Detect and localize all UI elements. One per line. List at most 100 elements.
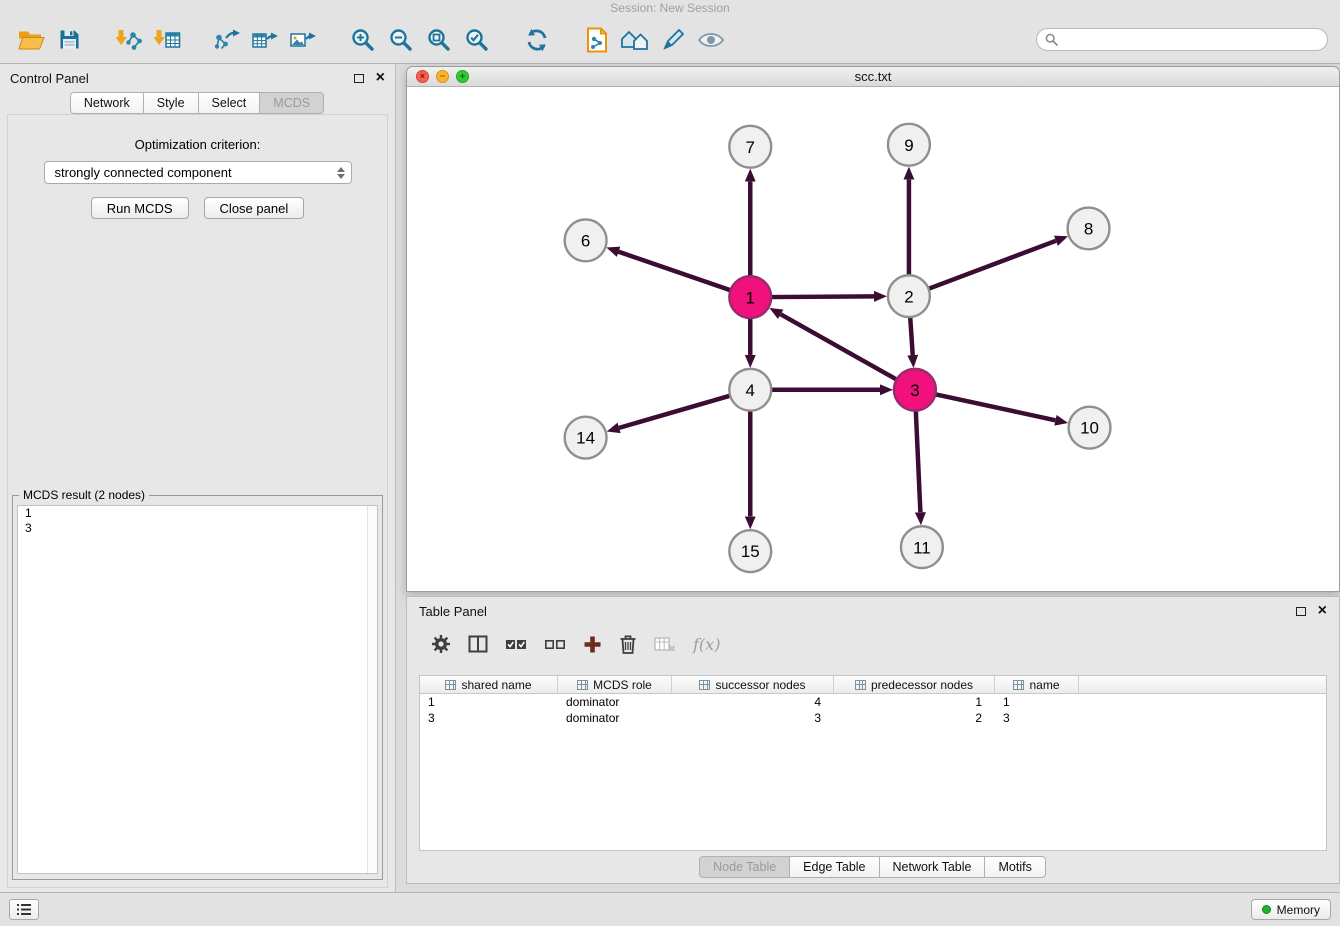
network-graph[interactable]: 7 9 6 8 1 2 4 3 14 10 15 11 [407,87,1339,591]
close-table-panel-icon[interactable]: × [1318,603,1327,619]
network-view-window: × − + scc.txt 7 9 6 8 1 2 4 3 14 10 15 11 [406,66,1340,592]
export-table-button[interactable] [246,22,284,58]
column-header-MCDS-role[interactable]: MCDS role [558,676,672,693]
column-label: name [1029,678,1059,692]
select-all-icon [505,636,527,652]
open-session-button[interactable] [12,22,50,58]
table-cell: 2 [834,710,995,726]
zoom-out-button[interactable] [382,22,420,58]
window-close-icon[interactable]: × [416,70,429,83]
open-network-file-button[interactable] [578,22,616,58]
node-2[interactable]: 2 [888,275,930,317]
tab-select[interactable]: Select [198,92,261,114]
result-item[interactable]: 3 [18,521,377,536]
memory-status-icon [1262,905,1271,914]
tab-mcds[interactable]: MCDS [259,92,324,114]
table-panel-header: Table Panel × [407,597,1339,623]
unselect-all-columns-button[interactable] [544,636,566,652]
table-cell: 1 [995,694,1079,710]
node-14[interactable]: 14 [565,417,607,459]
svg-text:1: 1 [746,288,755,307]
import-network-icon [115,28,143,52]
edge-2-8[interactable] [928,241,1055,289]
column-header-predecessor-nodes[interactable]: predecessor nodes [834,676,995,693]
function-builder-button[interactable]: f(x) [693,635,720,654]
edge-1-6[interactable] [619,252,731,291]
delete-table-icon [654,635,676,653]
edge-1-2[interactable] [771,296,874,297]
visual-style-button[interactable] [654,22,692,58]
table-row[interactable]: 1dominator411 [420,694,1326,710]
create-column-button[interactable] [583,635,602,654]
column-header-name[interactable]: name [995,676,1079,693]
mcds-result-list[interactable]: 13 [17,505,378,874]
task-history-button[interactable] [9,899,39,920]
column-header-successor-nodes[interactable]: successor nodes [672,676,834,693]
tab-network[interactable]: Network [70,92,144,114]
zoom-selected-button[interactable] [458,22,496,58]
tab-edge-table[interactable]: Edge Table [789,856,879,878]
edge-3-1[interactable] [781,314,897,379]
memory-button[interactable]: Memory [1251,899,1331,920]
select-all-columns-button[interactable] [505,636,527,652]
edge-3-11[interactable] [916,411,921,513]
float-table-panel-icon[interactable] [1296,607,1306,616]
node-1[interactable]: 1 [729,276,771,318]
node-6[interactable]: 6 [565,219,607,261]
node-4[interactable]: 4 [729,369,771,411]
trash-icon [619,634,637,654]
node-7[interactable]: 7 [729,126,771,168]
show-columns-button[interactable] [468,635,488,653]
node-10[interactable]: 10 [1069,407,1111,449]
tab-node-table[interactable]: Node Table [699,856,790,878]
close-panel-button[interactable]: Close panel [204,197,305,219]
node-15[interactable]: 15 [729,530,771,572]
zoom-in-button[interactable] [344,22,382,58]
export-network-button[interactable] [208,22,246,58]
edge-4-14[interactable] [619,396,730,428]
float-panel-icon[interactable] [354,74,364,83]
import-network-button[interactable] [110,22,148,58]
tab-network-table[interactable]: Network Table [879,856,986,878]
tab-motifs[interactable]: Motifs [984,856,1045,878]
node-11[interactable]: 11 [901,526,943,568]
home-button[interactable] [616,22,654,58]
table-cell: 3 [672,710,834,726]
window-zoom-icon[interactable]: + [456,70,469,83]
edge-3-10[interactable] [935,394,1055,420]
search-field[interactable] [1036,28,1328,51]
table-row[interactable]: 3dominator323 [420,710,1326,726]
svg-text:3: 3 [910,381,919,400]
node-8[interactable]: 8 [1068,208,1110,250]
close-panel-icon[interactable]: × [376,70,385,86]
table-panel: Table Panel × [406,596,1340,884]
run-mcds-button[interactable]: Run MCDS [91,197,189,219]
window-minimize-icon[interactable]: − [436,70,449,83]
delete-table-button[interactable] [654,635,676,653]
export-table-icon [251,28,279,52]
save-session-button[interactable] [50,22,88,58]
edge-2-3[interactable] [910,317,912,355]
optimization-criterion-select[interactable]: strongly connected component [44,161,352,184]
export-image-button[interactable] [284,22,322,58]
table-settings-button[interactable] [431,634,451,654]
save-icon [59,29,80,50]
show-graphics-details-button[interactable] [692,22,730,58]
refresh-button[interactable] [518,22,556,58]
node-9[interactable]: 9 [888,124,930,166]
window-controls: × − + [416,70,469,83]
zoom-selected-icon [465,28,489,52]
svg-text:6: 6 [581,232,590,251]
column-header-shared-name[interactable]: shared name [420,676,558,693]
zoom-fit-button[interactable] [420,22,458,58]
search-input[interactable] [1063,33,1319,47]
result-item[interactable]: 1 [18,506,377,521]
svg-text:10: 10 [1080,419,1099,438]
import-table-button[interactable] [148,22,186,58]
table-cell: 3 [995,710,1079,726]
node-3[interactable]: 3 [894,369,936,411]
tab-style[interactable]: Style [143,92,199,114]
delete-column-button[interactable] [619,634,637,654]
network-window-titlebar[interactable]: × − + scc.txt [407,67,1339,87]
export-image-icon [289,28,317,52]
